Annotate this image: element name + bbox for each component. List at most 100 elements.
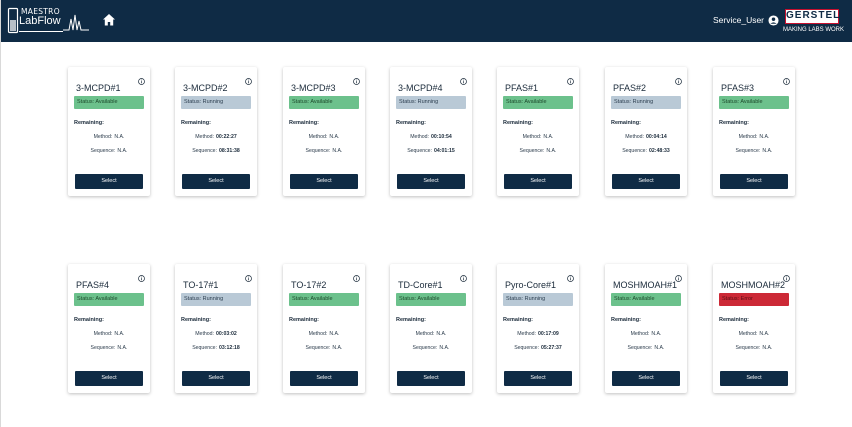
- instrument-name: TO-17#1: [183, 280, 219, 290]
- select-button[interactable]: Select: [397, 174, 465, 189]
- user-menu[interactable]: Service_User: [713, 13, 779, 27]
- status-badge: Status: Available: [74, 96, 144, 109]
- sequence-value: 05:27:37: [541, 345, 562, 351]
- instrument-card: TO-17#2 Status: Available Remaining: Method…: [283, 264, 365, 393]
- top-bar: MAESTRO LabFlow Service_User GERSTEL MAK…: [1, 0, 852, 42]
- info-icon[interactable]: [245, 275, 252, 282]
- method-remaining: Method: N.A.: [283, 134, 365, 140]
- select-button[interactable]: Select: [612, 371, 680, 386]
- method-remaining: Method: 00:22:27: [175, 134, 257, 140]
- select-button[interactable]: Select: [182, 371, 250, 386]
- info-icon[interactable]: [460, 78, 467, 85]
- sequence-remaining: Sequence: N.A.: [283, 148, 365, 154]
- status-badge: Status: Running: [181, 293, 251, 306]
- select-button[interactable]: Select: [397, 371, 465, 386]
- instrument-name: MOSHMOAH#1: [613, 280, 678, 290]
- remaining-label: Remaining:: [503, 317, 533, 323]
- remaining-label: Remaining:: [74, 120, 104, 126]
- method-label: Method:: [517, 331, 536, 337]
- sequence-value: 08:31:38: [219, 148, 240, 154]
- select-button[interactable]: Select: [612, 174, 680, 189]
- select-button[interactable]: Select: [290, 174, 358, 189]
- sequence-value: N.A.: [439, 345, 450, 351]
- sequence-label: Sequence:: [192, 148, 218, 154]
- sequence-value: N.A.: [117, 345, 128, 351]
- sequence-label: Sequence:: [192, 345, 218, 351]
- instrument-name: MOSHMOAH#2: [721, 280, 786, 290]
- method-label: Method:: [195, 134, 214, 140]
- remaining-label: Remaining:: [611, 317, 641, 323]
- info-icon[interactable]: [138, 78, 145, 85]
- info-icon[interactable]: [567, 78, 574, 85]
- method-remaining: Method: N.A.: [68, 134, 150, 140]
- info-icon[interactable]: [783, 78, 790, 85]
- status-badge: Status: Available: [611, 293, 681, 306]
- method-label: Method:: [738, 331, 758, 337]
- sequence-label: Sequence:: [519, 148, 545, 154]
- instrument-name: PFAS#4: [76, 280, 110, 290]
- sequence-remaining: Sequence: 08:31:38: [175, 148, 257, 154]
- sequence-label: Sequence:: [90, 148, 116, 154]
- info-icon[interactable]: [460, 275, 467, 282]
- method-label: Method:: [93, 331, 113, 337]
- sequence-value: N.A.: [762, 148, 773, 154]
- method-label: Method:: [410, 134, 429, 140]
- info-icon[interactable]: [353, 78, 360, 85]
- user-account-icon: [768, 14, 779, 26]
- method-value: 00:04:14: [645, 134, 667, 140]
- instrument-name: PFAS#1: [505, 83, 539, 93]
- remaining-label: Remaining:: [396, 120, 426, 126]
- method-label: Method:: [522, 134, 542, 140]
- sequence-value: N.A.: [546, 148, 557, 154]
- info-icon[interactable]: [783, 275, 790, 282]
- method-label: Method:: [630, 331, 650, 337]
- method-value: 00:17:09: [537, 331, 559, 337]
- remaining-label: Remaining:: [181, 120, 211, 126]
- info-icon[interactable]: [353, 275, 360, 282]
- method-label: Method:: [308, 134, 328, 140]
- method-value: 00:10:54: [430, 134, 452, 140]
- home-icon[interactable]: [102, 13, 116, 27]
- info-icon[interactable]: [675, 78, 682, 85]
- select-button[interactable]: Select: [75, 174, 143, 189]
- remaining-label: Remaining:: [611, 120, 641, 126]
- method-label: Method:: [738, 134, 758, 140]
- status-badge: Status: Running: [503, 293, 573, 306]
- instrument-name: PFAS#2: [613, 83, 647, 93]
- select-button[interactable]: Select: [504, 371, 572, 386]
- remaining-label: Remaining:: [396, 317, 426, 323]
- info-icon[interactable]: [245, 78, 252, 85]
- remaining-label: Remaining:: [719, 120, 749, 126]
- select-button[interactable]: Select: [504, 174, 572, 189]
- status-badge: Status: Error: [719, 293, 789, 306]
- select-button[interactable]: Select: [182, 174, 250, 189]
- sequence-label: Sequence:: [305, 148, 331, 154]
- remaining-label: Remaining:: [719, 317, 749, 323]
- sequence-remaining: Sequence: N.A.: [390, 345, 472, 351]
- method-remaining: Method: 00:03:02: [175, 331, 257, 337]
- app-window: MAESTRO LabFlow Service_User GERSTEL MAK…: [0, 0, 852, 427]
- instrument-name: PFAS#3: [721, 83, 755, 93]
- method-value: 00:22:27: [215, 134, 237, 140]
- info-icon[interactable]: [138, 275, 145, 282]
- instrument-card: PFAS#4 Status: Available Remaining: Method:…: [68, 264, 150, 393]
- maestro-labflow-logo[interactable]: MAESTRO LabFlow: [7, 7, 99, 35]
- method-value: 00:03:02: [215, 331, 237, 337]
- sequence-value: N.A.: [332, 148, 343, 154]
- select-button[interactable]: Select: [720, 371, 788, 386]
- instrument-card: 3-MCPD#1 Status: Available Remaining: Metho…: [68, 67, 150, 196]
- info-icon[interactable]: [567, 275, 574, 282]
- status-badge: Status: Running: [396, 96, 466, 109]
- sequence-label: Sequence:: [90, 345, 116, 351]
- method-label: Method:: [93, 134, 113, 140]
- status-badge: Status: Running: [611, 96, 681, 109]
- select-button[interactable]: Select: [720, 174, 788, 189]
- method-label: Method:: [308, 331, 328, 337]
- method-value: N.A.: [759, 134, 770, 140]
- method-value: N.A.: [436, 331, 447, 337]
- info-icon[interactable]: [675, 275, 682, 282]
- instrument-card: PFAS#3 Status: Available Remaining: Method:…: [713, 67, 795, 196]
- select-button[interactable]: Select: [75, 371, 143, 386]
- select-button[interactable]: Select: [290, 371, 358, 386]
- sequence-value: N.A.: [332, 345, 343, 351]
